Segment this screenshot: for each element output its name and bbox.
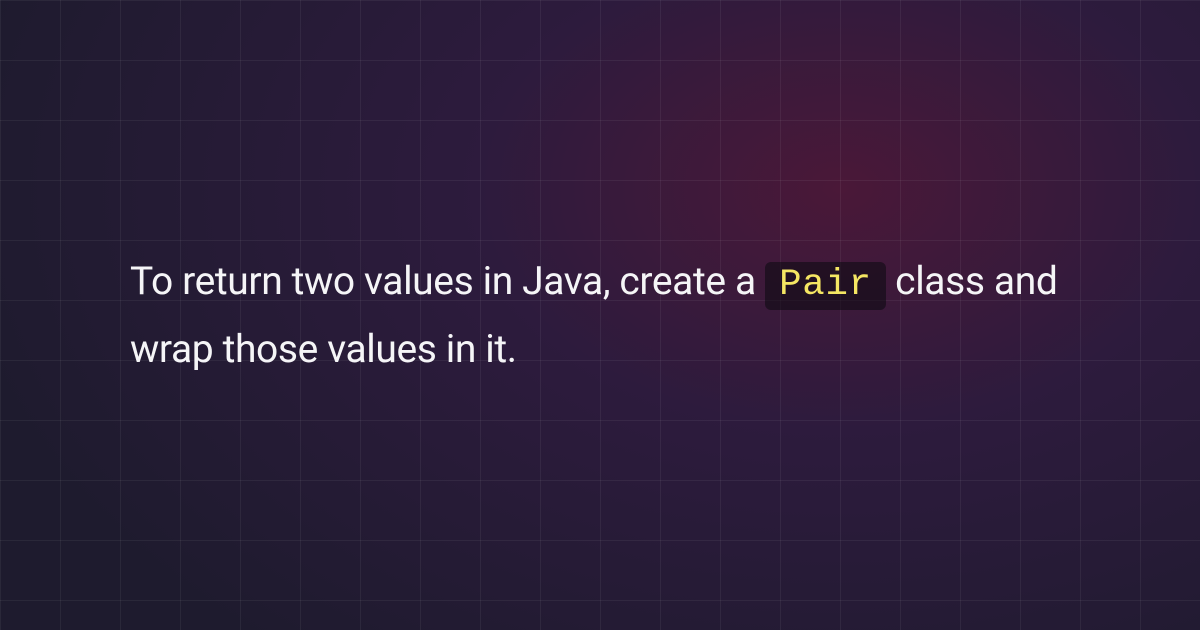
card-text: To return two values in Java, create a P… — [130, 249, 1070, 381]
social-card: To return two values in Java, create a P… — [0, 0, 1200, 630]
inline-code: Pair — [765, 262, 886, 310]
text-before: To return two values in Java, create a — [130, 258, 765, 304]
